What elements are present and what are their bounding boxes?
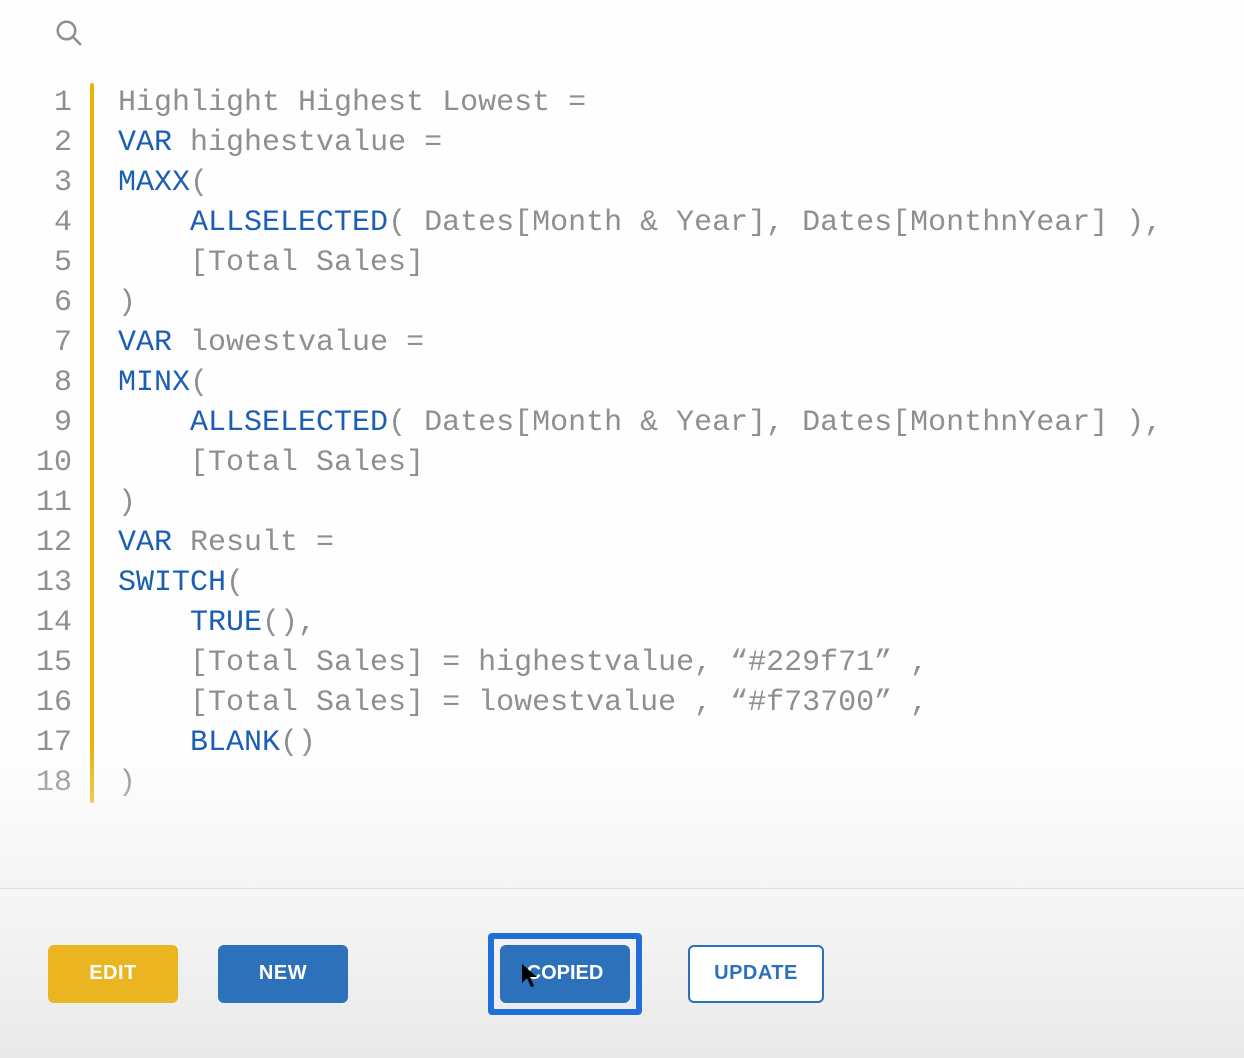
code-line[interactable]: MAXX( bbox=[118, 163, 1162, 203]
line-number: 9 bbox=[36, 403, 72, 443]
line-number: 10 bbox=[36, 443, 72, 483]
line-number: 7 bbox=[36, 323, 72, 363]
update-button[interactable]: UPDATE bbox=[688, 945, 824, 1003]
code-editor[interactable]: 123456789101112131415161718 Highlight Hi… bbox=[0, 53, 1244, 888]
code-line[interactable]: MINX( bbox=[118, 363, 1162, 403]
line-number: 11 bbox=[36, 483, 72, 523]
copied-button[interactable]: COPIED bbox=[500, 945, 630, 1003]
line-number: 12 bbox=[36, 523, 72, 563]
line-number: 8 bbox=[36, 363, 72, 403]
line-number: 3 bbox=[36, 163, 72, 203]
code-line[interactable]: VAR Result = bbox=[118, 523, 1162, 563]
top-toolbar bbox=[0, 0, 1244, 53]
code-line[interactable]: ) bbox=[118, 283, 1162, 323]
line-number: 17 bbox=[36, 723, 72, 763]
code-line[interactable]: ) bbox=[118, 763, 1162, 803]
line-number: 15 bbox=[36, 643, 72, 683]
line-number-gutter: 123456789101112131415161718 bbox=[36, 83, 90, 803]
code-line[interactable]: ALLSELECTED( Dates[Month & Year], Dates[… bbox=[118, 403, 1162, 443]
code-line[interactable]: [Total Sales] = highestvalue, “#229f71” … bbox=[118, 643, 1162, 683]
code-line[interactable]: [Total Sales] bbox=[118, 243, 1162, 283]
code-line[interactable]: Highlight Highest Lowest = bbox=[118, 83, 1162, 123]
code-line[interactable]: BLANK() bbox=[118, 723, 1162, 763]
line-number: 13 bbox=[36, 563, 72, 603]
gutter-bar bbox=[90, 83, 94, 803]
code-line[interactable]: [Total Sales] bbox=[118, 443, 1162, 483]
line-number: 16 bbox=[36, 683, 72, 723]
line-number: 2 bbox=[36, 123, 72, 163]
code-line[interactable]: VAR lowestvalue = bbox=[118, 323, 1162, 363]
line-number: 6 bbox=[36, 283, 72, 323]
code-line[interactable]: [Total Sales] = lowestvalue , “#f73700” … bbox=[118, 683, 1162, 723]
line-number: 4 bbox=[36, 203, 72, 243]
code-line[interactable]: TRUE(), bbox=[118, 603, 1162, 643]
line-number: 18 bbox=[36, 763, 72, 803]
line-number: 14 bbox=[36, 603, 72, 643]
search-icon[interactable] bbox=[54, 35, 84, 53]
line-number: 1 bbox=[36, 83, 72, 123]
bottom-actions-bar: EDIT NEW COPIED UPDATE bbox=[0, 888, 1244, 1058]
copied-button-highlight: COPIED bbox=[488, 933, 642, 1015]
code-line[interactable]: SWITCH( bbox=[118, 563, 1162, 603]
code-line[interactable]: ALLSELECTED( Dates[Month & Year], Dates[… bbox=[118, 203, 1162, 243]
code-line[interactable]: VAR highestvalue = bbox=[118, 123, 1162, 163]
new-button[interactable]: NEW bbox=[218, 945, 348, 1003]
code-line[interactable]: ) bbox=[118, 483, 1162, 523]
code-content[interactable]: Highlight Highest Lowest =VAR highestval… bbox=[118, 83, 1162, 803]
line-number: 5 bbox=[36, 243, 72, 283]
edit-button[interactable]: EDIT bbox=[48, 945, 178, 1003]
